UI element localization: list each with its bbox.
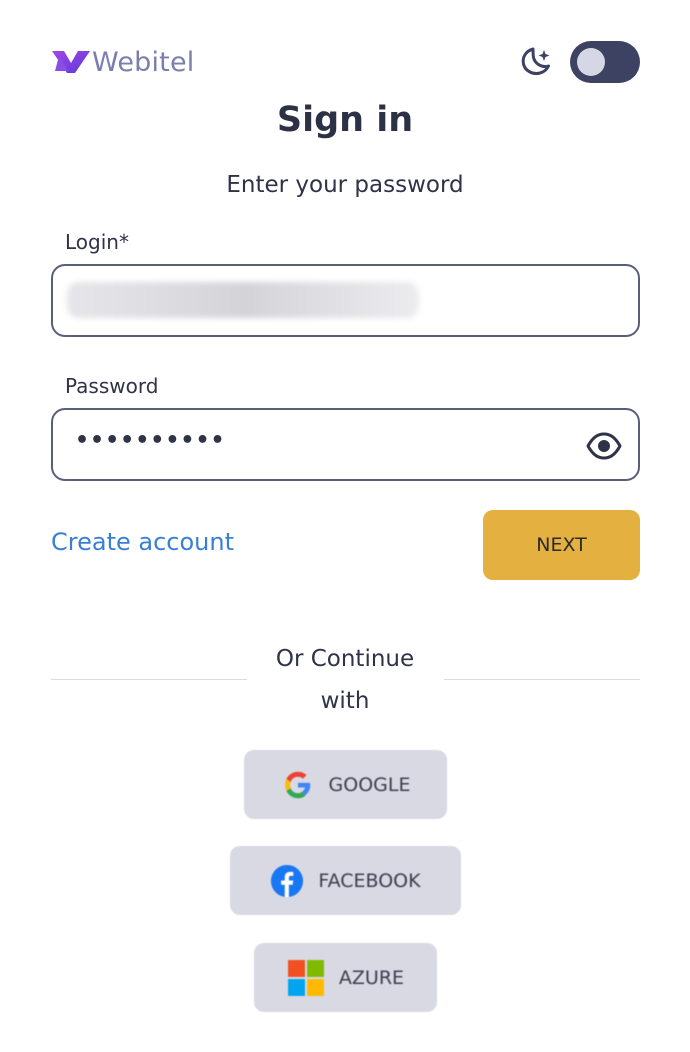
login-input[interactable] (51, 264, 640, 337)
login-label: Login* (65, 230, 129, 254)
next-button[interactable]: NEXT (483, 510, 640, 580)
google-label: GOOGLE (328, 773, 411, 796)
divider-right (444, 679, 640, 680)
azure-button[interactable]: AZURE (254, 943, 437, 1012)
logo: Webitel (51, 42, 194, 82)
theme-toggle[interactable] (570, 41, 640, 83)
password-value: •••••••••• (75, 428, 226, 453)
facebook-label: FACEBOOK (318, 869, 421, 892)
header: Webitel (51, 38, 640, 86)
azure-label: AZURE (338, 966, 405, 989)
webitel-logo-icon (52, 51, 90, 73)
moon-stars-icon (518, 44, 554, 80)
page-subtitle: Enter your password (226, 172, 464, 198)
login-value-redacted (67, 282, 419, 318)
google-button[interactable]: GOOGLE (244, 750, 447, 819)
or-continue-with: Or Continue with (245, 638, 445, 722)
or-continue-line2: with (320, 688, 370, 714)
eye-icon[interactable] (586, 428, 622, 464)
password-input[interactable]: •••••••••• (51, 408, 640, 481)
google-icon (284, 771, 310, 798)
password-label: Password (65, 374, 159, 398)
page-title: Sign in (276, 100, 414, 140)
create-account-link[interactable]: Create account (51, 528, 234, 556)
brand-name: Webitel (92, 46, 195, 78)
or-continue-line1: Or Continue (275, 646, 415, 672)
facebook-button[interactable]: FACEBOOK (230, 846, 461, 915)
toggle-knob (577, 48, 605, 76)
theme-switcher (518, 41, 640, 83)
microsoft-icon (287, 959, 324, 996)
facebook-icon (271, 864, 304, 897)
divider-left (51, 679, 247, 680)
